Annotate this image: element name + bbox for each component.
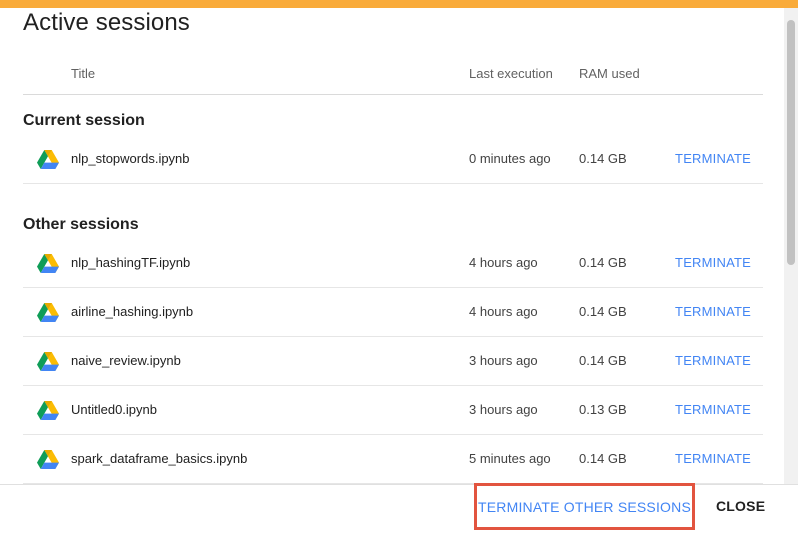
section-title-other: Other sessions — [23, 216, 139, 233]
header-divider — [23, 94, 763, 95]
session-row: nlp_stopwords.ipynb 0 minutes ago 0.14 GB T… — [23, 135, 763, 184]
session-name: naive_review.ipynb — [71, 353, 181, 368]
session-row: spark_dataframe_basics.ipynb 5 minutes ag… — [23, 435, 763, 484]
google-drive-icon — [37, 352, 59, 371]
google-drive-icon — [37, 450, 59, 469]
session-last-execution: 5 minutes ago — [469, 451, 551, 466]
session-row: naive_review.ipynb 3 hours ago 0.14 GB TERM… — [23, 337, 763, 386]
session-row: nlp_hashingTF.ipynb 4 hours ago 0.14 GB TER… — [23, 239, 763, 288]
active-sessions-dialog: Active sessions Title Last execution RAM… — [0, 0, 798, 536]
session-name: spark_dataframe_basics.ipynb — [71, 451, 248, 466]
terminate-session-button[interactable]: TERMINATE — [675, 451, 751, 466]
google-drive-icon — [37, 254, 59, 273]
session-ram-used: 0.14 GB — [579, 255, 627, 270]
section-title-current: Current session — [23, 112, 145, 129]
column-header-title: Title — [71, 66, 96, 81]
session-name: airline_hashing.ipynb — [71, 304, 194, 319]
terminate-session-button[interactable]: TERMINATE — [675, 151, 751, 166]
session-last-execution: 0 minutes ago — [469, 151, 551, 166]
column-header-ram-used: RAM used — [579, 66, 640, 81]
terminate-session-button[interactable]: TERMINATE — [675, 353, 751, 368]
terminate-session-button[interactable]: TERMINATE — [675, 255, 751, 270]
scrollbar-thumb[interactable] — [787, 20, 795, 265]
terminate-session-button[interactable]: TERMINATE — [675, 402, 751, 417]
session-ram-used: 0.14 GB — [579, 451, 627, 466]
google-drive-icon — [37, 150, 59, 169]
session-last-execution: 4 hours ago — [469, 304, 538, 319]
session-row: airline_hashing.ipynb 4 hours ago 0.14 GB T… — [23, 288, 763, 337]
dialog-title: Active sessions — [23, 9, 190, 36]
google-drive-icon — [37, 303, 59, 322]
session-name: nlp_hashingTF.ipynb — [71, 255, 191, 270]
google-drive-icon — [37, 401, 59, 420]
session-name: nlp_stopwords.ipynb — [71, 151, 190, 166]
close-button[interactable]: CLOSE — [716, 498, 765, 514]
session-name: Untitled0.ipynb — [71, 402, 157, 417]
terminate-session-button[interactable]: TERMINATE — [675, 304, 751, 319]
session-last-execution: 4 hours ago — [469, 255, 538, 270]
session-ram-used: 0.14 GB — [579, 304, 627, 319]
terminate-other-sessions-button[interactable]: TERMINATE OTHER SESSIONS — [474, 483, 695, 530]
session-ram-used: 0.14 GB — [579, 151, 627, 166]
session-row: Untitled0.ipynb 3 hours ago 0.13 GB TERMINA… — [23, 386, 763, 435]
session-ram-used: 0.13 GB — [579, 402, 627, 417]
dialog-accent-bar — [0, 0, 798, 8]
row-divider — [23, 183, 763, 184]
session-ram-used: 0.14 GB — [579, 353, 627, 368]
session-last-execution: 3 hours ago — [469, 353, 538, 368]
column-header-last-execution: Last execution — [469, 66, 553, 81]
session-last-execution: 3 hours ago — [469, 402, 538, 417]
